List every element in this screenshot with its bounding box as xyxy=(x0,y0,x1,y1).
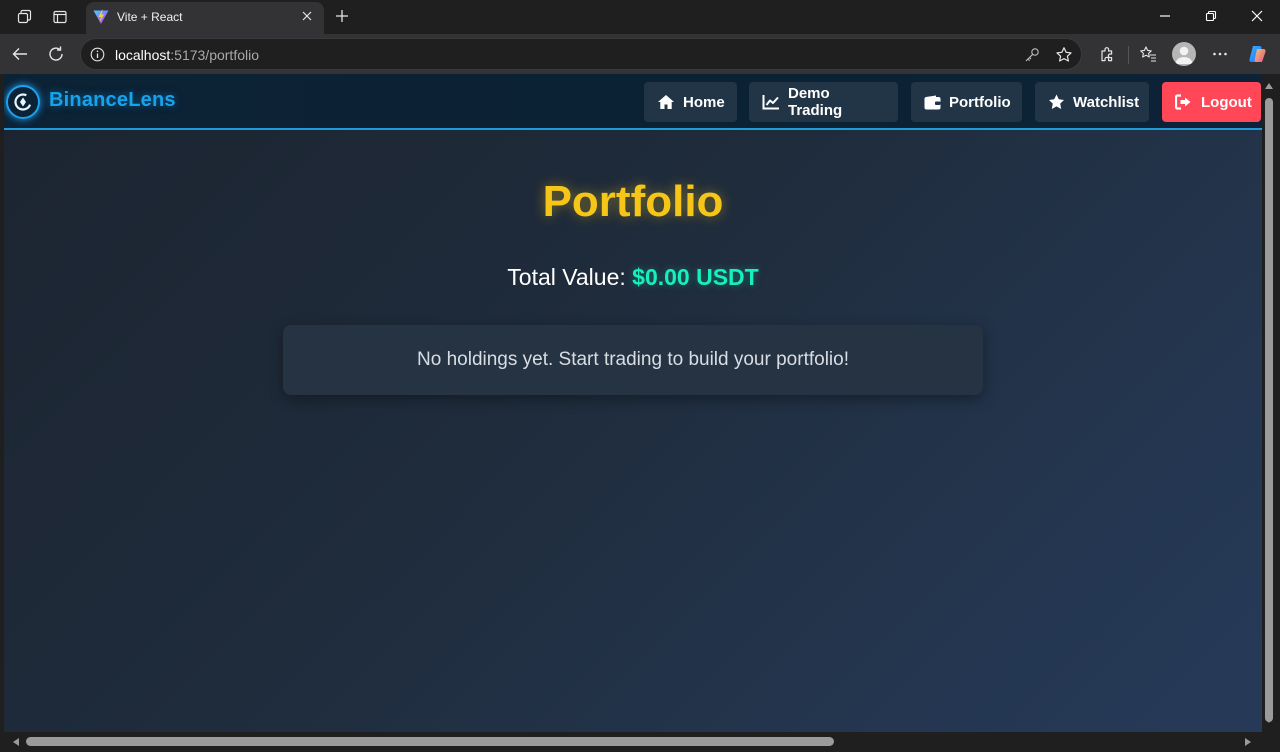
nav-portfolio-label: Portfolio xyxy=(949,93,1011,111)
favorites-list-icon[interactable] xyxy=(1136,42,1160,66)
nav-home-button[interactable]: Home xyxy=(644,82,737,122)
vertical-scrollbar[interactable] xyxy=(1262,74,1276,732)
page-title: Portfolio xyxy=(542,177,724,226)
logout-icon xyxy=(1175,94,1191,110)
brand-logo-icon[interactable] xyxy=(6,85,40,119)
app-navbar: BinanceLens Home Demo Trading Portfolio … xyxy=(4,74,1262,130)
star-icon xyxy=(1049,94,1064,109)
browser-tab[interactable]: Vite + React xyxy=(86,2,324,34)
tab-actions-icon[interactable] xyxy=(49,6,71,28)
key-icon[interactable] xyxy=(1023,46,1041,64)
scroll-left-icon[interactable] xyxy=(10,736,22,748)
close-window-icon[interactable] xyxy=(1234,0,1280,32)
vertical-scroll-thumb[interactable] xyxy=(1265,98,1273,722)
nav-watchlist-label: Watchlist xyxy=(1073,93,1140,111)
star-outline-icon[interactable] xyxy=(1055,46,1073,64)
scroll-up-icon[interactable] xyxy=(1263,80,1275,92)
workspaces-icon[interactable] xyxy=(13,6,35,28)
puzzle-icon[interactable] xyxy=(1096,42,1120,66)
chart-line-icon xyxy=(762,95,779,110)
url-path: :5173/portfolio xyxy=(170,47,259,63)
home-icon xyxy=(658,95,674,109)
reload-icon[interactable] xyxy=(44,42,68,66)
browser-toolbar: localhost:5173/portfolio xyxy=(0,34,1280,74)
address-bar[interactable]: localhost:5173/portfolio xyxy=(80,38,1082,70)
restore-icon[interactable] xyxy=(1188,0,1234,32)
profile-avatar[interactable] xyxy=(1172,42,1196,66)
copilot-icon[interactable] xyxy=(1246,42,1270,66)
nav-watchlist-button[interactable]: Watchlist xyxy=(1035,82,1149,122)
horizontal-scroll-thumb[interactable] xyxy=(26,737,834,746)
tab-close-icon[interactable] xyxy=(299,8,315,24)
logout-button[interactable]: Logout xyxy=(1162,82,1261,122)
url-host: localhost xyxy=(115,47,171,63)
wallet-icon xyxy=(924,95,941,109)
toolbar-divider xyxy=(1128,46,1129,64)
total-value-label: Total Value: xyxy=(507,264,633,290)
nav-home-label: Home xyxy=(683,93,725,111)
back-arrow-icon[interactable] xyxy=(8,42,32,66)
horizontal-scrollbar[interactable] xyxy=(0,732,1262,752)
new-tab-icon[interactable] xyxy=(331,5,353,27)
url-text[interactable]: localhost:5173/portfolio xyxy=(115,47,259,63)
nav-demo-trading-button[interactable]: Demo Trading xyxy=(749,82,898,122)
scroll-right-icon[interactable] xyxy=(1242,736,1254,748)
nav-demo-trading-label: Demo Trading xyxy=(788,85,843,119)
empty-holdings-message: No holdings yet. Start trading to build … xyxy=(417,349,849,370)
nav-portfolio-button[interactable]: Portfolio xyxy=(911,82,1022,122)
empty-holdings-card: No holdings yet. Start trading to build … xyxy=(283,325,983,395)
logout-label: Logout xyxy=(1201,93,1252,111)
total-value: Total Value: $0.00 USDT xyxy=(4,264,1262,291)
browser-tab-bar: Vite + React xyxy=(0,0,1280,34)
scroll-down-icon[interactable] xyxy=(1263,714,1275,726)
page-viewport: BinanceLens Home Demo Trading Portfolio … xyxy=(4,74,1262,732)
brand-name[interactable]: BinanceLens xyxy=(49,89,176,112)
info-icon[interactable] xyxy=(90,47,105,62)
minimize-icon[interactable] xyxy=(1142,0,1188,32)
vite-favicon-icon xyxy=(92,8,110,26)
tab-title: Vite + React xyxy=(117,10,183,24)
total-value-amount: $0.00 USDT xyxy=(632,264,759,290)
ellipsis-icon[interactable] xyxy=(1208,42,1232,66)
